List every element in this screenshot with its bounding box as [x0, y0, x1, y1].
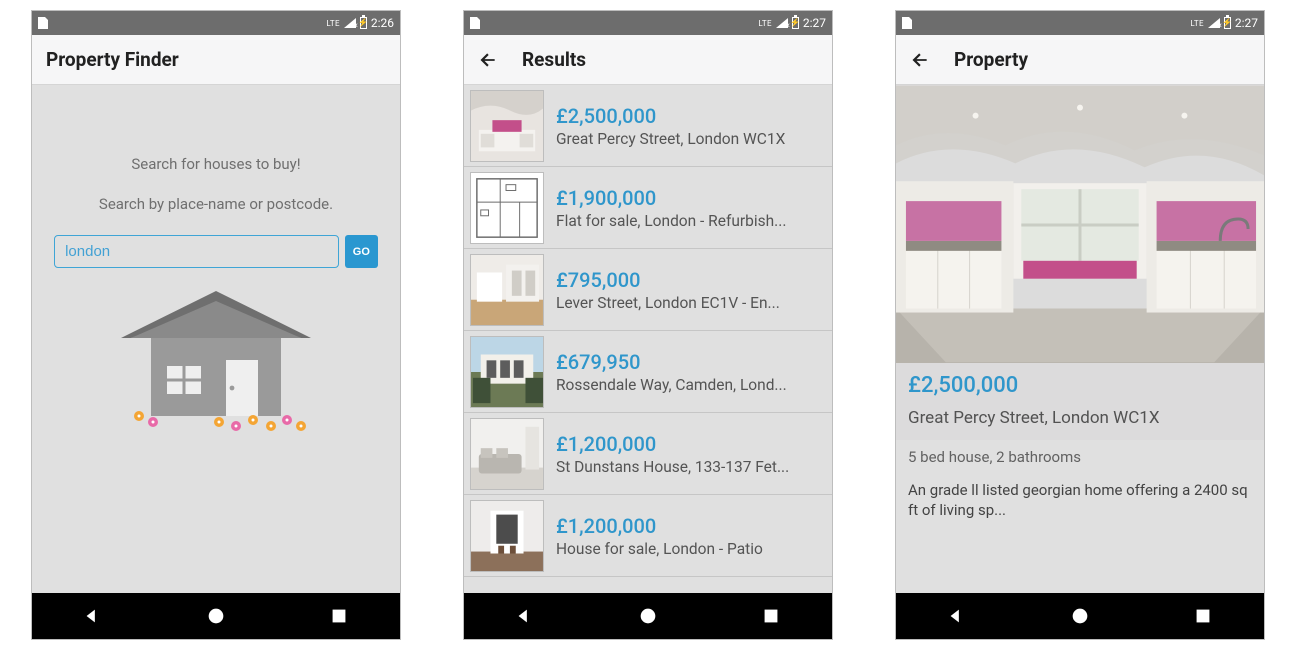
status-bar: LTE × ⚡ 2:26	[32, 11, 400, 35]
android-nav-bar	[32, 593, 400, 639]
network-label: LTE	[758, 19, 771, 28]
battery-icon: ⚡	[792, 17, 799, 29]
back-button[interactable]	[478, 50, 498, 70]
battery-icon: ⚡	[1224, 17, 1231, 29]
search-input[interactable]	[54, 235, 339, 268]
address: Great Percy Street, London WC1X	[556, 130, 826, 148]
list-item[interactable]: £2,500,000 Great Percy Street, London WC…	[464, 85, 832, 167]
thumbnail-image	[470, 172, 544, 244]
nav-home-icon[interactable]	[205, 605, 227, 627]
nav-recent-icon[interactable]	[1192, 605, 1214, 627]
phone-screen-search: LTE × ⚡ 2:26 Property Finder Search for …	[31, 10, 401, 640]
page-title: Property Finder	[46, 48, 179, 71]
thumbnail-image	[470, 418, 544, 490]
thumbnail-image	[470, 254, 544, 326]
thumbnail-image	[470, 500, 544, 572]
android-nav-bar	[896, 593, 1264, 639]
nav-back-icon[interactable]	[82, 605, 104, 627]
nav-recent-icon[interactable]	[760, 605, 782, 627]
nav-recent-icon[interactable]	[328, 605, 350, 627]
address: St Dunstans House, 133-137 Fet...	[556, 458, 826, 476]
clock: 2:27	[1235, 16, 1258, 30]
subline-text: Search by place-name or postcode.	[99, 195, 333, 213]
android-nav-bar	[464, 593, 832, 639]
price: £679,950	[556, 350, 826, 374]
clock: 2:27	[803, 16, 826, 30]
address: Flat for sale, London - Refurbish...	[556, 212, 826, 230]
price: £2,500,000	[908, 373, 1252, 398]
sd-card-icon	[470, 17, 480, 29]
address: Rossendale Way, Camden, Lond...	[556, 376, 826, 394]
list-item[interactable]: £795,000 Lever Street, London EC1V - En.…	[464, 249, 832, 331]
summary-text: 5 bed house, 2 bathrooms	[896, 440, 1264, 474]
app-bar: Property	[896, 35, 1264, 85]
nav-back-icon[interactable]	[514, 605, 536, 627]
nav-home-icon[interactable]	[637, 605, 659, 627]
list-item[interactable]: £1,900,000 Flat for sale, London - Refur…	[464, 167, 832, 249]
nav-home-icon[interactable]	[1069, 605, 1091, 627]
network-label: LTE	[326, 19, 339, 28]
app-bar: Property Finder	[32, 35, 400, 85]
results-list[interactable]: £2,500,000 Great Percy Street, London WC…	[464, 85, 832, 593]
price: £1,200,000	[556, 514, 826, 538]
phone-screen-detail: LTE × ⚡ 2:27 Property	[895, 10, 1265, 640]
list-item[interactable]: £1,200,000 St Dunstans House, 133-137 Fe…	[464, 413, 832, 495]
thumbnail-image	[470, 336, 544, 408]
nav-back-icon[interactable]	[946, 605, 968, 627]
battery-icon: ⚡	[360, 17, 367, 29]
back-button[interactable]	[910, 50, 930, 70]
list-item[interactable]: £1,200,000 House for sale, London - Pati…	[464, 495, 832, 577]
status-bar: LTE × ⚡ 2:27	[896, 11, 1264, 35]
signal-icon: ×	[344, 18, 356, 28]
network-label: LTE	[1190, 19, 1203, 28]
description-text: An grade ll listed georgian home offerin…	[896, 474, 1264, 527]
page-title: Results	[522, 48, 586, 71]
house-illustration	[101, 276, 331, 436]
property-detail-body: £2,500,000 Great Percy Street, London WC…	[896, 85, 1264, 593]
price: £1,200,000	[556, 432, 826, 456]
go-button[interactable]: GO	[345, 235, 378, 268]
price: £2,500,000	[556, 104, 826, 128]
app-bar: Results	[464, 35, 832, 85]
search-screen-body: Search for houses to buy! Search by plac…	[32, 85, 400, 593]
detail-info-card: £2,500,000 Great Percy Street, London WC…	[896, 363, 1264, 440]
list-item[interactable]: £679,950 Rossendale Way, Camden, Lond...	[464, 331, 832, 413]
signal-icon: ×	[1208, 18, 1220, 28]
signal-icon: ×	[776, 18, 788, 28]
page-title: Property	[954, 48, 1028, 71]
thumbnail-image	[470, 90, 544, 162]
headline-text: Search for houses to buy!	[131, 155, 300, 173]
price: £795,000	[556, 268, 826, 292]
clock: 2:26	[371, 16, 394, 30]
phone-screen-results: LTE × ⚡ 2:27 Results	[463, 10, 833, 640]
sd-card-icon	[38, 17, 48, 29]
address: Lever Street, London EC1V - En...	[556, 294, 826, 312]
status-bar: LTE × ⚡ 2:27	[464, 11, 832, 35]
address: House for sale, London - Patio	[556, 540, 826, 558]
sd-card-icon	[902, 17, 912, 29]
hero-image	[896, 85, 1264, 363]
search-row: GO	[54, 235, 378, 268]
price: £1,900,000	[556, 186, 826, 210]
address: Great Percy Street, London WC1X	[908, 408, 1252, 428]
